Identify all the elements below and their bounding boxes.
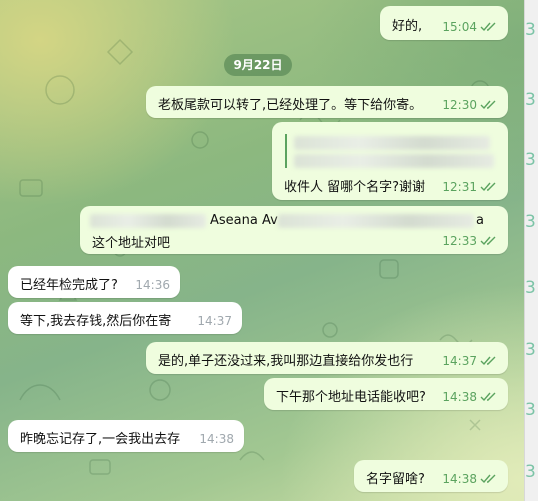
message-text: 好的,: [392, 19, 423, 34]
message-meta: 14:38: [199, 432, 234, 446]
message-meta: 14:37: [197, 314, 232, 328]
message-outgoing[interactable]: 好的, 15:04: [380, 6, 508, 40]
message-text: 下午那个地址电话能收吧?: [276, 390, 426, 405]
adjacent-panel-edge: [524, 0, 538, 501]
message-time: 12:33: [442, 234, 477, 248]
message-outgoing[interactable]: Aseana Av a 这个地址对吧 12:33: [80, 206, 508, 254]
adjacent-panel-digit: 3: [525, 212, 536, 232]
adjacent-panel-digit: 3: [525, 150, 536, 170]
message-time: 15:04: [442, 20, 477, 34]
message-text: 老板尾款可以转了,已经处理了。等下给你寄。: [158, 98, 423, 113]
message-text: 等下,我去存钱,然后你在寄: [20, 314, 172, 329]
message-outgoing[interactable]: 下午那个地址电话能收吧? 14:38: [264, 378, 508, 410]
message-meta: 14:37: [442, 354, 498, 368]
message-time: 14:37: [442, 354, 477, 368]
message-time: 14:38: [442, 472, 477, 486]
adjacent-panel-digit: 3: [525, 340, 536, 360]
message-incoming[interactable]: 等下,我去存钱,然后你在寄 14:37: [8, 302, 242, 334]
message-outgoing-reply[interactable]: 收件人 留哪个名字?谢谢 12:31: [272, 122, 508, 200]
message-time: 12:30: [442, 98, 477, 112]
adjacent-panel-digit: 3: [525, 90, 536, 110]
message-meta: 15:04: [442, 20, 498, 34]
adjacent-panel-digit: 3: [525, 20, 536, 40]
adjacent-panel-digit: 3: [525, 400, 536, 420]
message-text: 昨晚忘记存了,一会我出去存: [20, 432, 181, 447]
redacted-text: [278, 214, 474, 228]
double-check-icon: [480, 356, 496, 366]
message-time: 12:31: [442, 180, 477, 194]
message-meta: 12:33: [442, 234, 498, 248]
adjacent-panel-digit: 3: [525, 278, 536, 298]
message-time: 14:36: [135, 278, 170, 292]
message-time: 14:38: [442, 390, 477, 404]
date-separator: 9月22日: [224, 54, 292, 76]
message-outgoing[interactable]: 名字留啥? 14:38: [354, 460, 508, 492]
message-outgoing[interactable]: 是的,单子还没过来,我叫那边直接给你发也行 14:37: [146, 342, 508, 374]
message-meta: 14:38: [442, 390, 498, 404]
message-text: 名字留啥?: [366, 472, 425, 487]
chat-area: 3 3 3 3 3 3 3 3 好的, 15:04 9月22日 老板尾款可以转了…: [0, 0, 538, 501]
message-meta: 12:30: [442, 98, 498, 112]
redacted-text: [90, 214, 206, 228]
message-meta: 14:38: [442, 472, 498, 486]
message-text: 收件人 留哪个名字?谢谢: [284, 180, 426, 195]
double-check-icon: [480, 236, 496, 246]
double-check-icon: [480, 392, 496, 402]
double-check-icon: [480, 182, 496, 192]
message-text: 这个地址对吧: [92, 236, 171, 251]
message-text-partial: Aseana Av: [210, 213, 278, 228]
double-check-icon: [480, 100, 496, 110]
message-meta: 12:31: [442, 180, 498, 194]
message-incoming[interactable]: 已经年检完成了? 14:36: [8, 266, 180, 298]
adjacent-panel-digit: 3: [525, 462, 536, 482]
message-text: 是的,单子还没过来,我叫那边直接给你发也行: [158, 354, 414, 369]
message-meta: 14:36: [135, 278, 170, 292]
message-text: 已经年检完成了?: [20, 278, 118, 293]
message-time: 14:38: [199, 432, 234, 446]
message-incoming[interactable]: 昨晚忘记存了,一会我出去存 14:38: [8, 420, 244, 452]
message-time: 14:37: [197, 314, 232, 328]
redacted-quote-line: [294, 136, 490, 150]
message-outgoing[interactable]: 老板尾款可以转了,已经处理了。等下给你寄。 12:30: [146, 86, 508, 118]
reply-quote-bar: [285, 134, 287, 168]
double-check-icon: [480, 474, 496, 484]
redacted-quote-line: [294, 154, 494, 168]
message-text-partial: a: [476, 213, 484, 228]
double-check-icon: [480, 22, 496, 32]
